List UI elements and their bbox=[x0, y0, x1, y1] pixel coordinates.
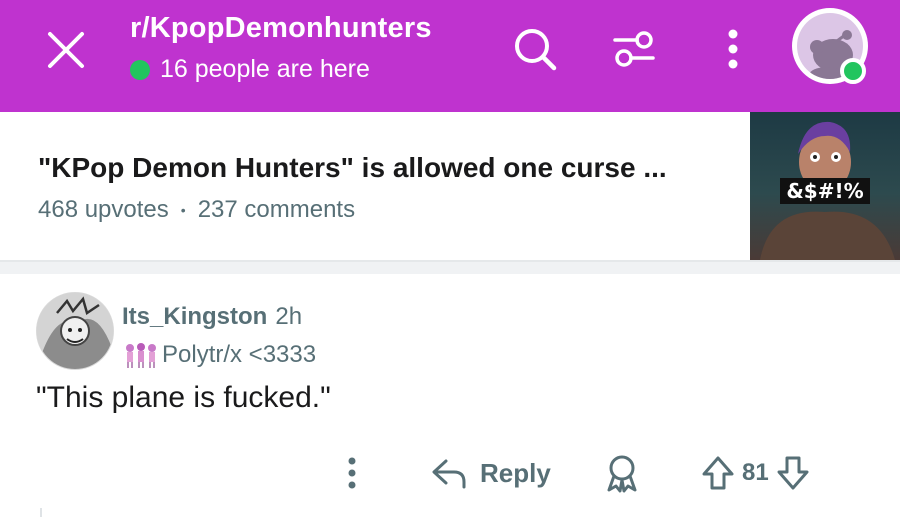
filter-icon bbox=[613, 31, 655, 67]
commenter-avatar[interactable] bbox=[36, 292, 114, 370]
more-options-button[interactable] bbox=[706, 22, 760, 76]
comment-action-bar: Reply 81 bbox=[0, 448, 900, 498]
close-icon bbox=[48, 32, 84, 68]
search-button[interactable] bbox=[508, 22, 562, 76]
meta-separator: • bbox=[180, 202, 186, 218]
censor-bar: &$#!% bbox=[780, 178, 870, 204]
more-vertical-icon bbox=[728, 29, 738, 69]
online-dot bbox=[130, 59, 150, 80]
reply-icon bbox=[432, 459, 466, 489]
post-meta: 468 upvotes • 237 comments bbox=[38, 196, 355, 224]
manga-avatar-image bbox=[37, 293, 113, 369]
post-card[interactable]: "KPop Demon Hunters" is allowed one curs… bbox=[0, 112, 900, 260]
post-thumbnail[interactable]: &$#!% bbox=[750, 112, 900, 260]
comment-author-line: Its_Kingston 2h bbox=[122, 303, 302, 331]
reply-label: Reply bbox=[480, 457, 551, 488]
subreddit-header: r/KpopDemonhunters 16 people are here bbox=[0, 0, 900, 112]
flair-text: Polytr/x <3333 bbox=[162, 341, 317, 368]
post-title[interactable]: "KPop Demon Hunters" is allowed one curs… bbox=[38, 152, 738, 184]
vote-controls: 81 bbox=[700, 448, 811, 498]
flair-emoji-icon bbox=[126, 343, 156, 368]
upvote-count: 468 upvotes bbox=[38, 196, 169, 223]
search-icon bbox=[515, 29, 557, 71]
online-count-text: 16 people are here bbox=[160, 55, 370, 83]
avatar-online-badge bbox=[840, 58, 866, 84]
subreddit-name[interactable]: r/KpopDemonhunters bbox=[130, 12, 432, 45]
vote-count: 81 bbox=[742, 459, 769, 486]
online-indicator: 16 people are here bbox=[130, 55, 370, 84]
thread-line bbox=[40, 508, 42, 517]
reply-button[interactable]: Reply bbox=[430, 448, 551, 498]
more-vertical-icon bbox=[348, 457, 356, 489]
upvote-icon[interactable] bbox=[700, 454, 736, 492]
filter-button[interactable] bbox=[607, 22, 661, 76]
downvote-icon[interactable] bbox=[775, 454, 811, 492]
comment-body: "This plane is fucked." bbox=[36, 381, 331, 414]
award-button[interactable] bbox=[604, 448, 640, 498]
section-divider bbox=[0, 260, 900, 274]
close-button[interactable] bbox=[40, 24, 92, 76]
comment-more-button[interactable] bbox=[344, 448, 360, 498]
comment-count: 237 comments bbox=[197, 196, 356, 223]
comment-timestamp: 2h bbox=[275, 303, 303, 330]
user-flair: Polytr/x <3333 bbox=[122, 341, 316, 369]
comment-username[interactable]: Its_Kingston bbox=[122, 303, 267, 331]
award-icon bbox=[607, 455, 637, 493]
